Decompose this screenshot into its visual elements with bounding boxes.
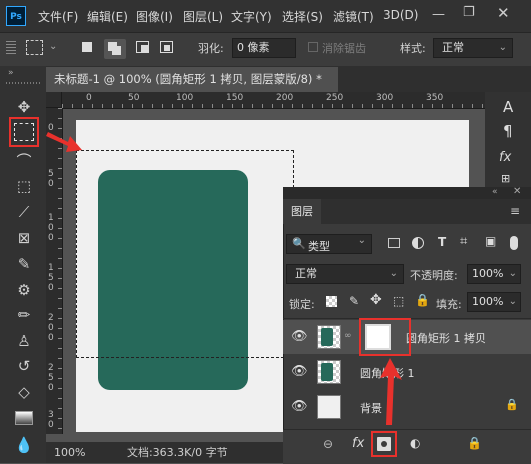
annotation-arrows (46, 132, 402, 425)
arrow-to-canvas (46, 132, 82, 152)
arrow-to-mask-button (380, 358, 402, 425)
